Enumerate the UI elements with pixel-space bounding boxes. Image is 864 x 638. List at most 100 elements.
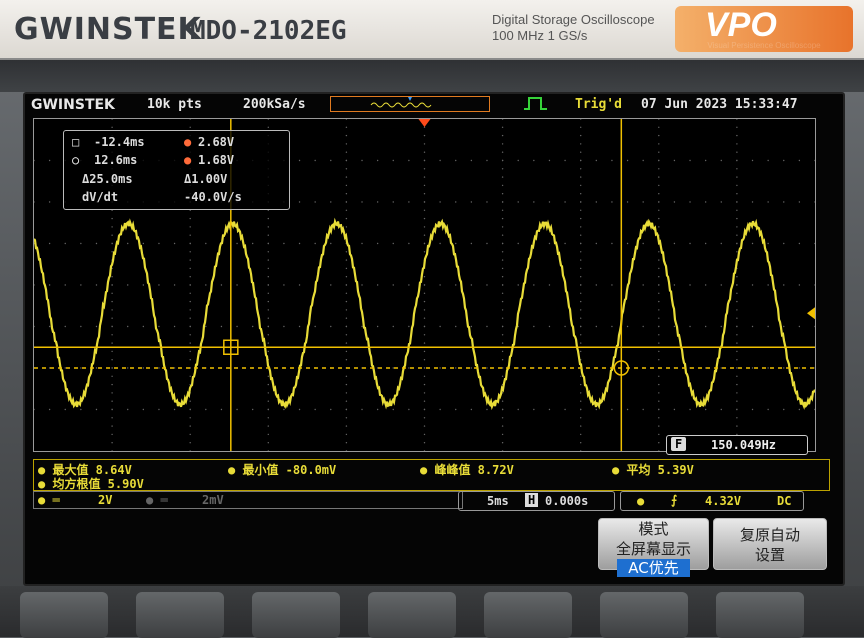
grid-dot — [423, 317, 426, 319]
grid-dot — [470, 408, 473, 411]
grid-dot — [33, 284, 35, 286]
frequency-counter[interactable]: F 150.049Hz — [666, 435, 808, 455]
grid-dot — [798, 201, 801, 203]
grid-dot — [501, 193, 504, 195]
channel-status-bar[interactable]: ● ═ 2V ● ═ 2mV — [33, 491, 463, 509]
bottom-key-row — [0, 586, 864, 638]
grid-dot — [501, 151, 504, 153]
grid-dot — [392, 408, 394, 411]
grid-dot — [267, 442, 269, 444]
function-key-2[interactable] — [136, 592, 224, 638]
cursor2-voltage: 1.68V — [198, 153, 235, 167]
grid-dot — [720, 201, 722, 203]
grid-dot — [95, 408, 98, 411]
grid-dot — [595, 325, 598, 328]
grid-dot — [658, 292, 660, 294]
grid-dot — [658, 375, 660, 377]
grid-dot — [189, 259, 191, 261]
grid-dot — [111, 334, 113, 336]
function-key-3[interactable] — [252, 592, 340, 638]
grid-dot — [720, 408, 722, 411]
trigger-position-marker — [418, 119, 431, 127]
grid-dot — [189, 425, 191, 427]
grid-dot — [658, 417, 660, 419]
grid-dot — [111, 359, 113, 361]
grid-dot — [205, 284, 207, 286]
grid-dot — [501, 143, 504, 145]
model-name: MDO-2102EG — [190, 16, 347, 46]
grid-dot — [189, 334, 191, 336]
grid-dot — [111, 383, 113, 386]
grid-dot — [580, 450, 582, 452]
grid-dot — [423, 334, 426, 336]
trigger-bar[interactable]: ● ⨍ 4.32V DC — [620, 491, 804, 511]
grid-dot — [158, 325, 160, 328]
grid-dot — [267, 251, 269, 253]
mode-softkey[interactable]: 模式 全屏幕显示 AC优先 — [598, 518, 709, 577]
grid-dot — [236, 408, 238, 411]
grid-dot — [64, 367, 66, 369]
grid-dot — [580, 201, 582, 203]
grid-dot — [704, 325, 707, 328]
grid-dot — [361, 284, 363, 286]
grid-dot — [111, 425, 113, 427]
grid-dot — [423, 234, 426, 236]
function-key-7[interactable] — [716, 592, 804, 638]
timebase-bar[interactable]: 5ms H 0.000s — [458, 491, 615, 511]
grid-dot — [517, 284, 519, 286]
grid-dot — [501, 242, 504, 245]
grid-dot — [783, 284, 785, 286]
grid-dot — [423, 300, 426, 303]
grid-dot — [470, 201, 473, 203]
cursor2-time: 12.6ms — [94, 153, 138, 167]
grid-dot — [704, 408, 707, 411]
function-key-6[interactable] — [600, 592, 688, 638]
grid-dot — [798, 284, 801, 286]
grid-dot — [751, 159, 754, 162]
grid-dot — [392, 284, 394, 286]
grid-dot — [689, 242, 691, 245]
reset-autoset-softkey[interactable]: 复原自动 设置 — [713, 518, 827, 570]
grid-dot — [580, 392, 582, 394]
grid-dot — [158, 367, 160, 369]
grid-dot — [314, 201, 316, 203]
grid-dot — [720, 367, 722, 369]
grid-dot — [501, 126, 504, 128]
grid-dot — [548, 159, 551, 162]
grid-dot — [267, 375, 269, 377]
grid-dot — [376, 284, 379, 286]
grid-dot — [501, 359, 504, 361]
oscilloscope-screen: GWINSTEK 10k pts 200kSa/s Trig'd 07 Jun … — [23, 92, 845, 586]
grid-dot — [127, 242, 129, 245]
grid-dot — [736, 342, 738, 344]
function-key-5[interactable] — [484, 592, 572, 638]
grid-dot — [783, 242, 785, 245]
grid-dot — [470, 284, 473, 286]
grid-dot — [189, 359, 191, 361]
grid-dot — [642, 408, 644, 411]
grid-dot — [189, 217, 191, 220]
grid-dot — [751, 325, 754, 328]
grid-dot — [111, 242, 113, 245]
memory-overview-bar[interactable] — [330, 96, 490, 112]
grid-dot — [423, 276, 426, 278]
grid-dot — [736, 134, 738, 137]
grid-dot — [658, 425, 660, 427]
grid-dot — [189, 317, 191, 319]
grid-dot — [658, 193, 660, 195]
grid-dot — [611, 242, 613, 245]
grid-dot — [423, 251, 426, 253]
grid-dot — [439, 242, 441, 245]
trigger-level: 4.32V — [705, 494, 742, 508]
grid-dot — [111, 350, 113, 353]
rising-edge-icon: ⨍ — [671, 493, 678, 507]
function-key-1[interactable] — [20, 592, 108, 638]
function-key-4[interactable] — [368, 592, 456, 638]
grid-dot — [580, 226, 582, 228]
grid-dot — [455, 284, 457, 286]
grid-dot — [501, 201, 504, 203]
mode-softkey-selected: AC优先 — [617, 559, 690, 577]
grid-dot — [439, 325, 441, 328]
grid-dot — [580, 259, 582, 261]
grid-dot — [767, 408, 769, 411]
